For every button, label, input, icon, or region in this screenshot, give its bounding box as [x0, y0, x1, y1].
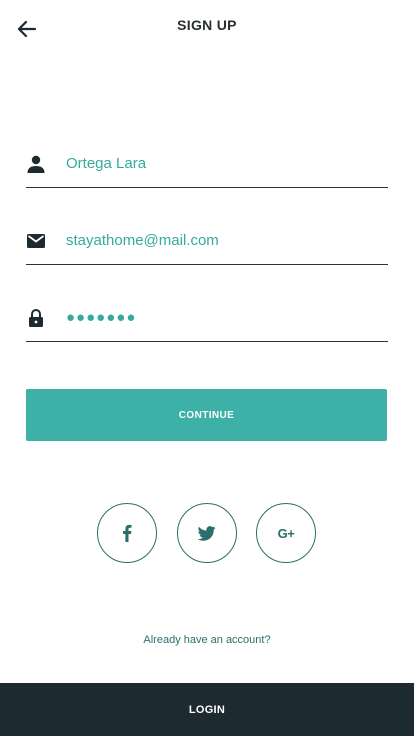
email-field[interactable] [26, 222, 388, 265]
google-plus-icon: G+ [277, 525, 295, 541]
name-input[interactable] [66, 151, 376, 175]
password-input[interactable] [66, 305, 376, 329]
facebook-icon [123, 524, 132, 542]
google-plus-button[interactable]: G+ [256, 503, 316, 563]
page-title: SIGN UP [177, 17, 237, 33]
login-label: LOGIN [188, 703, 226, 716]
twitter-button[interactable] [177, 503, 237, 563]
continue-button[interactable]: CONTINUE [26, 389, 387, 441]
login-bar[interactable]: LOGIN [0, 683, 414, 736]
header: SIGN UP [0, 0, 414, 56]
name-field[interactable] [26, 145, 388, 188]
already-have-account-link[interactable]: Already have an account? [0, 634, 414, 646]
lock-icon [26, 308, 46, 328]
person-icon [26, 154, 46, 174]
email-input[interactable] [66, 228, 376, 252]
password-field[interactable] [26, 299, 388, 342]
twitter-icon [198, 525, 216, 541]
mail-icon [26, 231, 46, 251]
facebook-button[interactable] [97, 503, 157, 563]
